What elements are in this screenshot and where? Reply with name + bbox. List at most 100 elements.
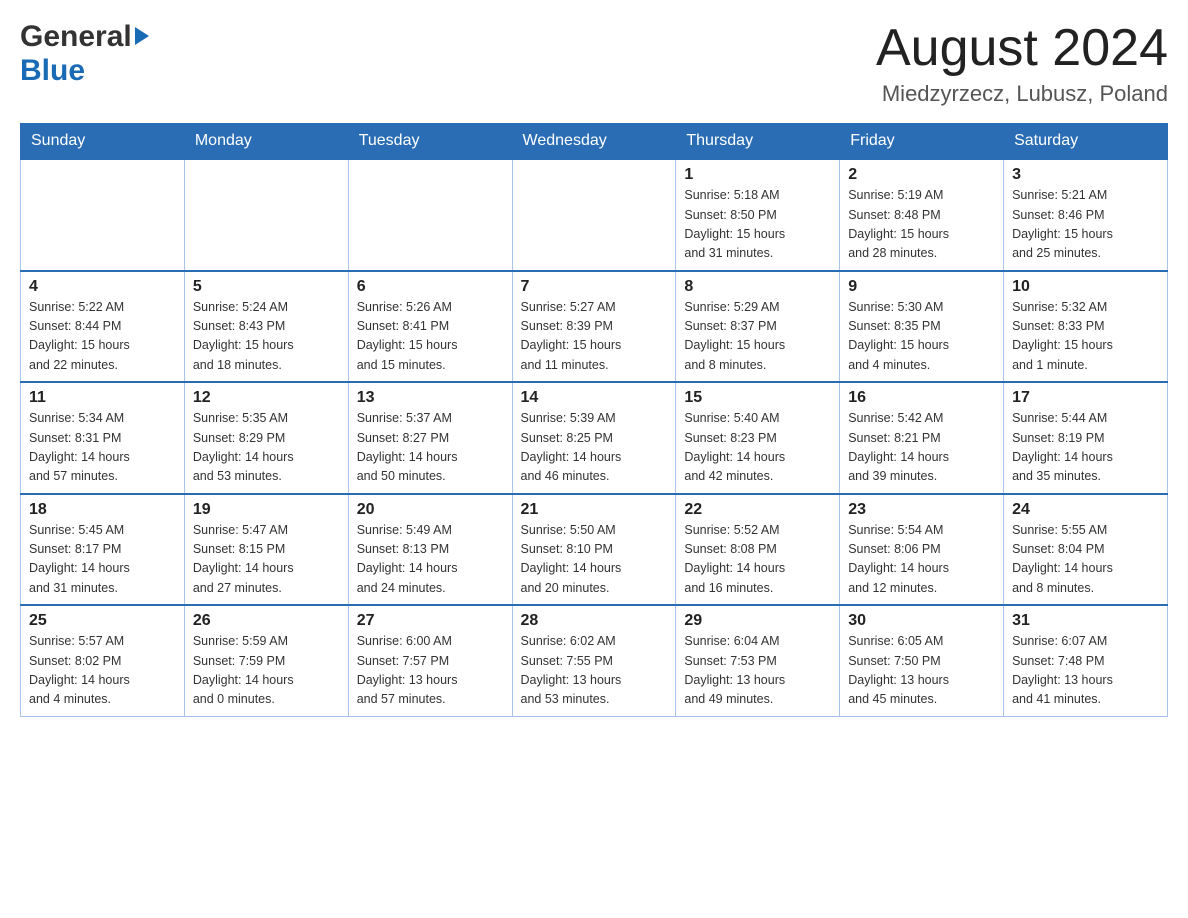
calendar-cell: 1 Sunrise: 5:18 AM Sunset: 8:50 PM Daylig…	[676, 159, 840, 271]
col-monday: Monday	[184, 124, 348, 160]
day-info: Sunrise: 5:50 AM Sunset: 8:10 PM Dayligh…	[521, 521, 668, 599]
calendar-cell: 14 Sunrise: 5:39 AM Sunset: 8:25 PM Dayli…	[512, 382, 676, 494]
calendar-cell: 26 Sunrise: 5:59 AM Sunset: 7:59 PM Dayli…	[184, 605, 348, 716]
day-info: Sunrise: 6:02 AM Sunset: 7:55 PM Dayligh…	[521, 632, 668, 710]
day-info: Sunrise: 5:45 AM Sunset: 8:17 PM Dayligh…	[29, 521, 176, 599]
day-info: Sunrise: 5:59 AM Sunset: 7:59 PM Dayligh…	[193, 632, 340, 710]
day-number: 14	[521, 389, 668, 407]
day-info: Sunrise: 6:05 AM Sunset: 7:50 PM Dayligh…	[848, 632, 995, 710]
day-number: 11	[29, 389, 176, 407]
day-info: Sunrise: 5:34 AM Sunset: 8:31 PM Dayligh…	[29, 409, 176, 487]
day-info: Sunrise: 5:42 AM Sunset: 8:21 PM Dayligh…	[848, 409, 995, 487]
calendar-cell: 21 Sunrise: 5:50 AM Sunset: 8:10 PM Dayli…	[512, 494, 676, 606]
day-number: 30	[848, 612, 995, 630]
day-info: Sunrise: 5:39 AM Sunset: 8:25 PM Dayligh…	[521, 409, 668, 487]
day-number: 17	[1012, 389, 1159, 407]
calendar-cell: 6 Sunrise: 5:26 AM Sunset: 8:41 PM Daylig…	[348, 271, 512, 383]
calendar-cell	[512, 159, 676, 271]
day-info: Sunrise: 5:18 AM Sunset: 8:50 PM Dayligh…	[684, 186, 831, 264]
logo: General Blue	[20, 20, 149, 88]
calendar-cell: 20 Sunrise: 5:49 AM Sunset: 8:13 PM Dayli…	[348, 494, 512, 606]
calendar-cell: 29 Sunrise: 6:04 AM Sunset: 7:53 PM Dayli…	[676, 605, 840, 716]
day-info: Sunrise: 5:30 AM Sunset: 8:35 PM Dayligh…	[848, 298, 995, 376]
day-info: Sunrise: 6:04 AM Sunset: 7:53 PM Dayligh…	[684, 632, 831, 710]
day-number: 12	[193, 389, 340, 407]
calendar-cell: 11 Sunrise: 5:34 AM Sunset: 8:31 PM Dayli…	[21, 382, 185, 494]
calendar-cell: 31 Sunrise: 6:07 AM Sunset: 7:48 PM Dayli…	[1004, 605, 1168, 716]
calendar-cell: 7Sunrise: 5:27 AM Sunset: 8:39 PM Daylig…	[512, 271, 676, 383]
calendar-cell	[21, 159, 185, 271]
logo-arrow-icon	[135, 27, 149, 45]
day-info: Sunrise: 5:26 AM Sunset: 8:41 PM Dayligh…	[357, 298, 504, 376]
logo-general: General	[20, 20, 149, 54]
day-number: 4	[29, 278, 176, 296]
col-tuesday: Tuesday	[348, 124, 512, 160]
day-info: Sunrise: 5:29 AM Sunset: 8:37 PM Dayligh…	[684, 298, 831, 376]
day-number: 31	[1012, 612, 1159, 630]
day-number: 10	[1012, 278, 1159, 296]
day-number: 21	[521, 501, 668, 519]
day-info: Sunrise: 5:24 AM Sunset: 8:43 PM Dayligh…	[193, 298, 340, 376]
calendar-cell: 22 Sunrise: 5:52 AM Sunset: 8:08 PM Dayli…	[676, 494, 840, 606]
calendar-cell: 17 Sunrise: 5:44 AM Sunset: 8:19 PM Dayli…	[1004, 382, 1168, 494]
day-info: Sunrise: 5:22 AM Sunset: 8:44 PM Dayligh…	[29, 298, 176, 376]
day-info: Sunrise: 5:21 AM Sunset: 8:46 PM Dayligh…	[1012, 186, 1159, 264]
day-info: Sunrise: 6:07 AM Sunset: 7:48 PM Dayligh…	[1012, 632, 1159, 710]
day-number: 8	[684, 278, 831, 296]
day-number: 29	[684, 612, 831, 630]
calendar-table: Sunday Monday Tuesday Wednesday Thursday…	[20, 123, 1168, 717]
col-friday: Friday	[840, 124, 1004, 160]
day-info: Sunrise: 5:54 AM Sunset: 8:06 PM Dayligh…	[848, 521, 995, 599]
day-info: Sunrise: 5:44 AM Sunset: 8:19 PM Dayligh…	[1012, 409, 1159, 487]
location-subtitle: Miedzyrzecz, Lubusz, Poland	[876, 81, 1168, 107]
day-info: Sunrise: 5:27 AM Sunset: 8:39 PM Dayligh…	[521, 298, 668, 376]
calendar-cell: 13Sunrise: 5:37 AM Sunset: 8:27 PM Dayli…	[348, 382, 512, 494]
day-number: 16	[848, 389, 995, 407]
week-row-1: 1 Sunrise: 5:18 AM Sunset: 8:50 PM Daylig…	[21, 159, 1168, 271]
calendar-cell: 18Sunrise: 5:45 AM Sunset: 8:17 PM Dayli…	[21, 494, 185, 606]
page-header: General Blue August 2024 Miedzyrzecz, Lu…	[20, 20, 1168, 107]
calendar-cell: 8 Sunrise: 5:29 AM Sunset: 8:37 PM Daylig…	[676, 271, 840, 383]
day-number: 22	[684, 501, 831, 519]
day-number: 19	[193, 501, 340, 519]
day-number: 1	[684, 166, 831, 184]
day-number: 20	[357, 501, 504, 519]
calendar-cell: 15 Sunrise: 5:40 AM Sunset: 8:23 PM Dayli…	[676, 382, 840, 494]
day-info: Sunrise: 5:37 AM Sunset: 8:27 PM Dayligh…	[357, 409, 504, 487]
calendar-cell	[348, 159, 512, 271]
week-row-3: 11 Sunrise: 5:34 AM Sunset: 8:31 PM Dayli…	[21, 382, 1168, 494]
day-number: 9	[848, 278, 995, 296]
week-row-5: 25 Sunrise: 5:57 AM Sunset: 8:02 PM Dayli…	[21, 605, 1168, 716]
calendar-cell: 24Sunrise: 5:55 AM Sunset: 8:04 PM Dayli…	[1004, 494, 1168, 606]
week-row-2: 4 Sunrise: 5:22 AM Sunset: 8:44 PM Daylig…	[21, 271, 1168, 383]
title-section: August 2024 Miedzyrzecz, Lubusz, Poland	[876, 20, 1168, 107]
day-number: 5	[193, 278, 340, 296]
logo-blue: Blue	[20, 54, 85, 88]
day-number: 27	[357, 612, 504, 630]
day-info: Sunrise: 5:52 AM Sunset: 8:08 PM Dayligh…	[684, 521, 831, 599]
calendar-cell: 19 Sunrise: 5:47 AM Sunset: 8:15 PM Dayli…	[184, 494, 348, 606]
day-info: Sunrise: 5:57 AM Sunset: 8:02 PM Dayligh…	[29, 632, 176, 710]
day-number: 2	[848, 166, 995, 184]
day-info: Sunrise: 6:00 AM Sunset: 7:57 PM Dayligh…	[357, 632, 504, 710]
calendar-cell: 28Sunrise: 6:02 AM Sunset: 7:55 PM Dayli…	[512, 605, 676, 716]
day-info: Sunrise: 5:49 AM Sunset: 8:13 PM Dayligh…	[357, 521, 504, 599]
day-number: 15	[684, 389, 831, 407]
main-title: August 2024	[876, 20, 1168, 77]
calendar-cell: 30 Sunrise: 6:05 AM Sunset: 7:50 PM Dayli…	[840, 605, 1004, 716]
day-number: 6	[357, 278, 504, 296]
col-sunday: Sunday	[21, 124, 185, 160]
calendar-cell: 16 Sunrise: 5:42 AM Sunset: 8:21 PM Dayli…	[840, 382, 1004, 494]
calendar-cell	[184, 159, 348, 271]
day-number: 25	[29, 612, 176, 630]
day-info: Sunrise: 5:47 AM Sunset: 8:15 PM Dayligh…	[193, 521, 340, 599]
col-saturday: Saturday	[1004, 124, 1168, 160]
day-number: 24	[1012, 501, 1159, 519]
day-number: 26	[193, 612, 340, 630]
day-info: Sunrise: 5:40 AM Sunset: 8:23 PM Dayligh…	[684, 409, 831, 487]
calendar-cell: 25 Sunrise: 5:57 AM Sunset: 8:02 PM Dayli…	[21, 605, 185, 716]
day-number: 3	[1012, 166, 1159, 184]
col-thursday: Thursday	[676, 124, 840, 160]
day-info: Sunrise: 5:19 AM Sunset: 8:48 PM Dayligh…	[848, 186, 995, 264]
calendar-cell: 23Sunrise: 5:54 AM Sunset: 8:06 PM Dayli…	[840, 494, 1004, 606]
